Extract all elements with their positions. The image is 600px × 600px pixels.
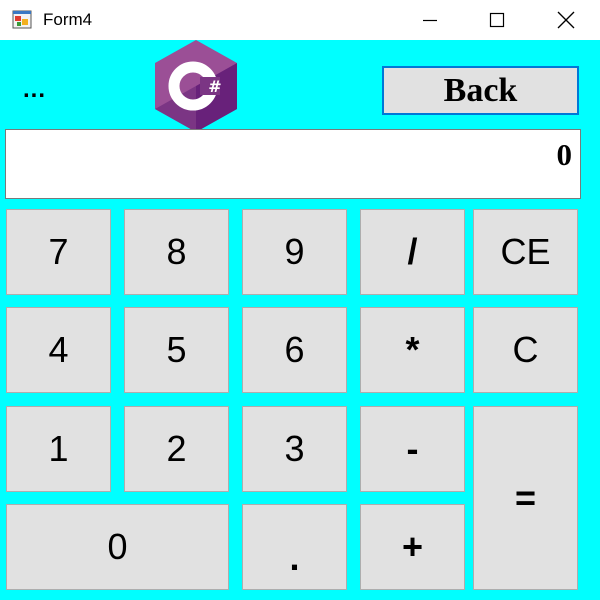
minimize-button[interactable] [407,0,453,40]
decimal-button[interactable]: . [242,504,347,590]
csharp-logo-icon: # [155,40,237,132]
multiply-button[interactable]: * [360,307,465,393]
key-4[interactable]: 4 [6,307,111,393]
ellipsis-label: ... [23,76,47,103]
subtract-button[interactable]: - [360,406,465,492]
key-7[interactable]: 7 [6,209,111,295]
key-6[interactable]: 6 [242,307,347,393]
key-1[interactable]: 1 [6,406,111,492]
key-2[interactable]: 2 [124,406,229,492]
window-title: Form4 [43,10,93,29]
app-icon [12,10,32,30]
title-bar: Form4 [0,0,600,40]
key-0[interactable]: 0 [6,504,229,590]
minimize-icon [423,19,437,22]
close-icon [557,11,575,29]
result-display[interactable]: 0 [5,129,581,199]
key-5[interactable]: 5 [124,307,229,393]
equals-button[interactable]: = [473,406,578,590]
key-8[interactable]: 8 [124,209,229,295]
maximize-icon [489,12,505,28]
key-3[interactable]: 3 [242,406,347,492]
add-button[interactable]: + [360,504,465,590]
maximize-button[interactable] [474,0,520,40]
divide-button[interactable]: / [360,209,465,295]
back-button[interactable]: Back [382,66,579,115]
key-9[interactable]: 9 [242,209,347,295]
close-button[interactable] [543,0,589,40]
display-value: 0 [556,137,573,172]
clear-entry-button[interactable]: CE [473,209,578,295]
clear-button[interactable]: C [473,307,578,393]
svg-text:#: # [208,77,221,96]
form-client-area: ... # Back 0 7 8 9 / CE 4 5 6 * C 1 2 3 … [0,40,600,600]
